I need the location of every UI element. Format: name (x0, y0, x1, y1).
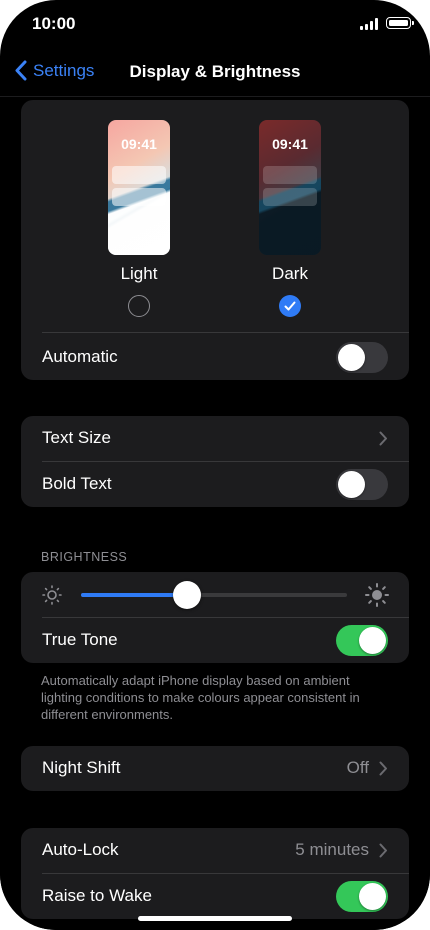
automatic-label: Automatic (42, 347, 118, 366)
brightness-slider-fill (81, 593, 188, 597)
bold-text-label: Bold Text (42, 474, 112, 493)
night-shift-row[interactable]: Night Shift Off (21, 746, 409, 791)
light-preview-time: 09:41 (121, 136, 157, 152)
light-preview-widget (112, 166, 166, 184)
true-tone-row: True Tone (21, 618, 409, 663)
brightness-slider-row (21, 572, 409, 617)
battery-icon (386, 17, 414, 29)
notch (97, 0, 333, 33)
dark-preview-time: 09:41 (272, 136, 308, 152)
bold-text-toggle[interactable] (336, 469, 388, 500)
light-preview-widget (112, 188, 166, 206)
dark-preview[interactable]: 09:41 (259, 120, 321, 255)
phone-frame: 10:00 Settings Display & Brightness 09:4… (0, 0, 430, 930)
page-title: Display & Brightness (129, 62, 301, 81)
dark-radio[interactable] (279, 295, 301, 317)
raise-to-wake-label: Raise to Wake (42, 886, 152, 905)
nav-divider (0, 96, 430, 97)
night-shift-value: Off (346, 758, 369, 777)
settings-content: 09:41 09:41 Light Dark Automatic Text Si… (0, 96, 430, 930)
chevron-right-icon (379, 761, 387, 776)
dark-preview-widget (263, 166, 317, 184)
navigation-bar: Settings Display & Brightness (0, 52, 430, 96)
raise-to-wake-toggle[interactable] (336, 881, 388, 912)
text-size-row[interactable]: Text Size (21, 416, 409, 461)
true-tone-label: True Tone (42, 630, 118, 649)
automatic-toggle[interactable] (336, 342, 388, 373)
home-indicator[interactable] (138, 916, 292, 921)
separator (42, 332, 409, 333)
status-time: 10:00 (32, 14, 76, 33)
brightness-slider[interactable] (81, 581, 347, 609)
sun-large-icon (365, 583, 389, 607)
chevron-right-icon (379, 431, 387, 446)
chevron-right-icon (379, 843, 387, 858)
dark-label: Dark (272, 264, 308, 283)
auto-lock-row[interactable]: Auto-Lock 5 minutes (21, 828, 409, 873)
raise-to-wake-row: Raise to Wake (21, 874, 409, 919)
night-shift-group: Night Shift Off (21, 746, 409, 791)
automatic-row: Automatic (21, 335, 409, 380)
light-label: Light (120, 264, 158, 283)
auto-lock-label: Auto-Lock (42, 840, 119, 859)
sun-small-icon (42, 585, 62, 605)
text-size-label: Text Size (42, 428, 111, 447)
bold-text-row: Bold Text (21, 462, 409, 507)
checkmark-icon (284, 301, 296, 311)
signal-icon (360, 18, 378, 30)
text-group: Text Size Bold Text (21, 416, 409, 507)
light-radio[interactable] (128, 295, 150, 317)
brightness-header: BRIGHTNESS (41, 550, 128, 564)
brightness-group: True Tone (21, 572, 409, 663)
lock-group: Auto-Lock 5 minutes Raise to Wake (21, 828, 409, 919)
dark-preview-widget (263, 188, 317, 206)
light-preview[interactable]: 09:41 (108, 120, 170, 255)
night-shift-label: Night Shift (42, 758, 121, 777)
auto-lock-value: 5 minutes (295, 840, 369, 859)
brightness-slider-thumb[interactable] (173, 581, 202, 609)
true-tone-footnote: Automatically adapt iPhone display based… (41, 673, 360, 722)
appearance-group: 09:41 09:41 Light Dark Automatic (21, 100, 409, 380)
true-tone-toggle[interactable] (336, 625, 388, 656)
